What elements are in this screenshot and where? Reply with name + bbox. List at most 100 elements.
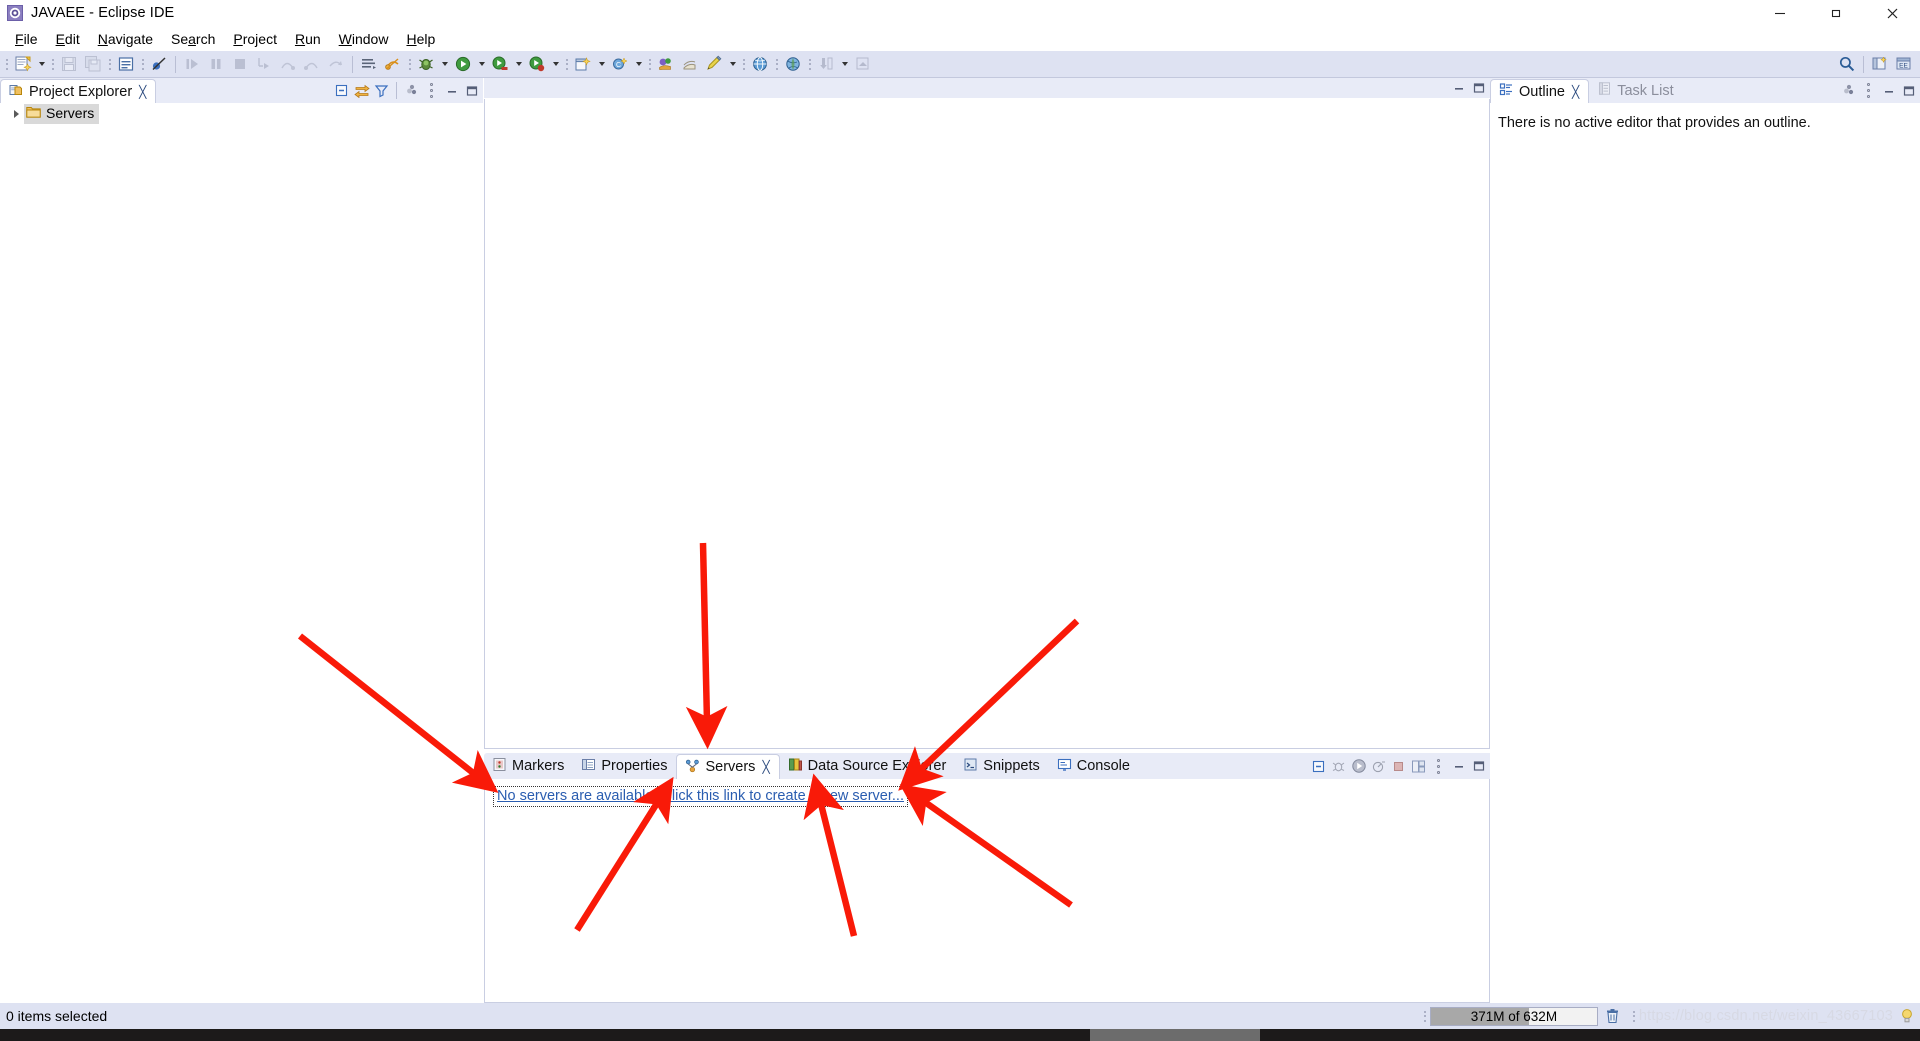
tab-properties[interactable]: Properties — [573, 753, 676, 779]
properties-icon — [581, 757, 596, 776]
profile-icon[interactable] — [525, 52, 549, 76]
lightbulb-icon[interactable] — [1897, 1007, 1916, 1026]
new-class-dropdown-icon[interactable] — [632, 52, 645, 76]
menu-run[interactable]: Run — [286, 28, 330, 50]
view-menu-icon[interactable] — [1429, 757, 1448, 776]
open-type-icon[interactable] — [654, 52, 678, 76]
console-icon — [1057, 757, 1072, 776]
minimize-view-icon[interactable] — [1449, 79, 1468, 98]
trash-icon[interactable] — [1602, 1007, 1624, 1026]
maximize-view-icon[interactable] — [1469, 79, 1488, 98]
toolbar-separator-handle-1 — [50, 54, 55, 74]
profile-server-icon[interactable] — [1369, 757, 1388, 776]
close-icon[interactable]: ╳ — [762, 761, 769, 773]
svg-text:EE: EE — [1899, 63, 1908, 70]
collapse-all-icon[interactable] — [332, 81, 351, 100]
tab-outline[interactable]: Outline ╳ — [1490, 79, 1590, 103]
publish-icon[interactable] — [1409, 757, 1428, 776]
editor-empty-area[interactable] — [484, 99, 1490, 749]
stop-server-icon[interactable] — [1389, 757, 1408, 776]
create-new-server-link[interactable]: No servers are available. Click this lin… — [493, 786, 908, 807]
new-editor-icon[interactable] — [114, 52, 138, 76]
project-explorer-toolbar — [332, 78, 481, 103]
new-java-project-dropdown-icon[interactable] — [595, 52, 608, 76]
project-explorer-icon — [9, 82, 24, 101]
menu-edit[interactable]: Edit — [47, 28, 89, 50]
menu-help[interactable]: Help — [397, 28, 444, 50]
edit-icon[interactable] — [702, 52, 726, 76]
maximize-view-icon[interactable] — [462, 81, 481, 100]
close-button[interactable] — [1864, 0, 1920, 26]
new-class-icon[interactable]: C — [608, 52, 632, 76]
tab-project-explorer[interactable]: Project Explorer ╳ — [0, 79, 157, 103]
java-ee-perspective-icon[interactable]: EE — [1892, 52, 1916, 76]
minimize-view-icon[interactable] — [1879, 81, 1898, 100]
link-with-editor-icon[interactable] — [352, 81, 371, 100]
tab-data-source-explorer[interactable]: Data Source Explorer — [780, 753, 956, 779]
run-last-icon[interactable] — [488, 52, 512, 76]
new-wizard-dropdown-icon[interactable] — [35, 52, 48, 76]
view-menu-chevron-icon[interactable] — [1859, 81, 1878, 100]
toolbar-drag-handle[interactable] — [4, 54, 9, 74]
filter-icon[interactable] — [372, 81, 391, 100]
tab-task-list-label: Task List — [1617, 82, 1674, 99]
tree-item-servers[interactable]: Servers — [0, 103, 483, 124]
skip-breakpoints-icon[interactable] — [381, 52, 405, 76]
close-icon[interactable]: ╳ — [139, 86, 146, 98]
maximize-button[interactable] — [1808, 0, 1864, 26]
project-explorer-tree[interactable]: Servers — [0, 103, 483, 1003]
status-drag-handle-2[interactable] — [1632, 1006, 1637, 1026]
debug-server-icon[interactable] — [1329, 757, 1348, 776]
maximize-view-icon[interactable] — [1469, 757, 1488, 776]
previous-annotation-icon — [814, 52, 838, 76]
edit-dropdown-icon[interactable] — [726, 52, 739, 76]
tab-task-list[interactable]: Task List — [1589, 78, 1682, 103]
menu-navigate[interactable]: Navigate — [89, 28, 162, 50]
minimize-button[interactable] — [1752, 0, 1808, 26]
globe-icon[interactable] — [781, 52, 805, 76]
profile-dropdown-icon[interactable] — [549, 52, 562, 76]
view-menu-icon[interactable] — [402, 81, 421, 100]
eclipse-icon — [7, 5, 23, 21]
run-icon[interactable] — [451, 52, 475, 76]
new-java-project-icon[interactable] — [571, 52, 595, 76]
tab-servers[interactable]: Servers ╳ — [676, 754, 780, 779]
run-dropdown-icon[interactable] — [475, 52, 488, 76]
toggle-breakpoint-icon[interactable] — [147, 52, 171, 76]
search-type-icon[interactable] — [678, 52, 702, 76]
status-drag-handle[interactable] — [1423, 1006, 1428, 1026]
maximize-view-icon[interactable] — [1899, 81, 1918, 100]
start-server-icon[interactable] — [1349, 757, 1368, 776]
tab-markers[interactable]: Markers — [484, 753, 573, 779]
debug-dropdown-icon[interactable] — [438, 52, 451, 76]
suspend-icon — [204, 52, 228, 76]
menu-search[interactable]: Search — [162, 28, 224, 50]
open-web-browser-icon[interactable] — [748, 52, 772, 76]
tab-console[interactable]: Console — [1049, 753, 1139, 779]
open-perspective-icon[interactable] — [1868, 52, 1892, 76]
tree-item-servers-label: Servers — [46, 105, 95, 121]
taskbar-active-window[interactable] — [1090, 1029, 1260, 1041]
tab-data-source-explorer-label: Data Source Explorer — [807, 758, 947, 774]
title-bar: JAVAEE - Eclipse IDE — [0, 0, 1920, 26]
new-wizard-icon[interactable] — [11, 52, 35, 76]
chevron-right-icon[interactable] — [8, 106, 24, 122]
view-menu-chevron-icon[interactable] — [422, 81, 441, 100]
menu-window[interactable]: Window — [330, 28, 398, 50]
run-last-dropdown-icon[interactable] — [512, 52, 525, 76]
debug-icon[interactable] — [414, 52, 438, 76]
open-task-icon[interactable] — [357, 52, 381, 76]
tab-servers-label: Servers — [705, 759, 756, 775]
outline-tabbar: Outline ╳ Task List — [1490, 78, 1920, 103]
heap-status-widget[interactable]: 371M of 632M — [1429, 1006, 1598, 1026]
minimize-view-icon[interactable] — [442, 81, 461, 100]
menu-file[interactable]: File — [6, 28, 47, 50]
collapse-all-icon[interactable] — [1309, 757, 1328, 776]
view-menu-icon[interactable] — [1839, 81, 1858, 100]
tab-console-label: Console — [1076, 758, 1130, 774]
tab-snippets[interactable]: Snippets — [955, 753, 1048, 779]
close-icon[interactable]: ╳ — [1572, 86, 1579, 98]
search-icon[interactable] — [1835, 52, 1859, 76]
menu-project[interactable]: Project — [224, 28, 286, 50]
minimize-view-icon[interactable] — [1449, 757, 1468, 776]
